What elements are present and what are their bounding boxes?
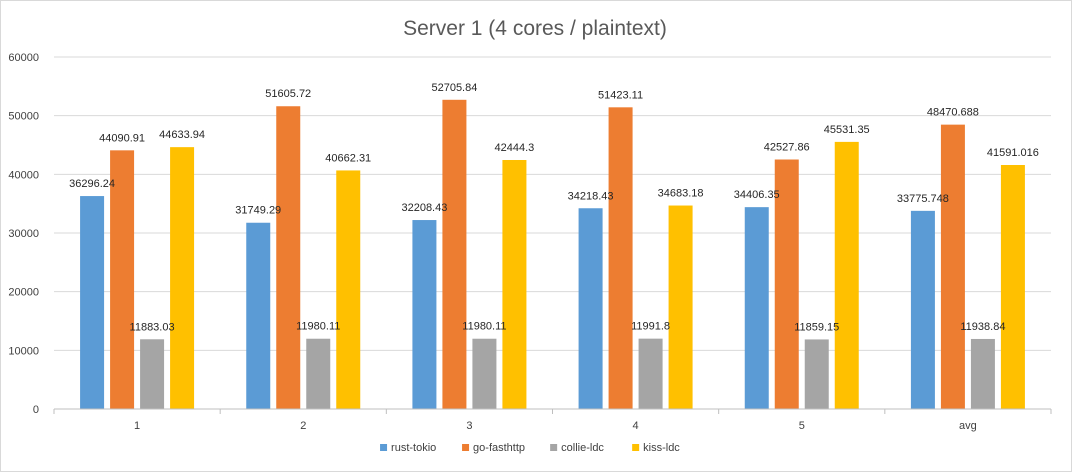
legend-item-rust-tokio: rust-tokio (380, 442, 436, 454)
bar-collie-ldc-4 (638, 338, 663, 409)
legend-label: kiss-ldc (643, 442, 680, 454)
data-label: 34218.43 (568, 190, 614, 202)
y-tick-label: 50000 (8, 111, 39, 123)
bars (80, 99, 1025, 410)
legend-item-collie-ldc: collie-ldc (550, 442, 604, 454)
bar-chart: Server 1 (4 cores / plaintext) 0 10000 200… (8, 17, 1052, 454)
x-tick-label: 4 (633, 420, 639, 432)
data-label: 34683.18 (658, 188, 704, 200)
bar-go-fasthttp-avg (940, 124, 965, 409)
data-labels: 36296.24 44090.91 11883.03 44633.94 31749.29… (69, 82, 1039, 334)
legend-swatch (632, 444, 640, 451)
data-label: 11991.8 (631, 321, 670, 333)
y-tick-label: 10000 (8, 345, 39, 357)
legend: rust-tokio go-fasthttp collie-ldc kiss-ldc (380, 442, 680, 454)
bar-rust-tokio-1 (80, 196, 105, 409)
bar-go-fasthttp-2 (276, 106, 301, 409)
x-tick-label: 2 (300, 420, 306, 432)
x-tick-label: avg (959, 420, 977, 432)
y-axis: 0 10000 20000 30000 40000 50000 60000 (8, 52, 39, 416)
bar-rust-tokio-avg (910, 210, 935, 409)
x-tick-label: 3 (466, 420, 472, 432)
bar-kiss-ldc-2 (336, 170, 361, 409)
legend-label: go-fasthttp (473, 442, 525, 454)
bar-kiss-ldc-avg (1000, 164, 1025, 409)
data-label: 42444.3 (495, 142, 535, 154)
data-label: 44090.91 (99, 132, 145, 144)
data-label: 11859.15 (794, 321, 839, 333)
data-label: 52705.84 (431, 82, 477, 94)
legend-swatch (550, 444, 558, 451)
bar-rust-tokio-2 (246, 222, 271, 409)
y-tick-label: 20000 (8, 287, 39, 299)
legend-label: collie-ldc (561, 442, 604, 454)
y-tick-label: 40000 (8, 169, 39, 181)
y-tick-label: 60000 (8, 52, 39, 64)
bar-collie-ldc-1 (140, 339, 165, 409)
legend-label: rust-tokio (391, 442, 436, 454)
legend-swatch (380, 444, 388, 451)
bar-collie-ldc-2 (306, 338, 331, 409)
data-label: 34406.35 (734, 189, 780, 201)
data-label: 51605.72 (265, 88, 311, 100)
data-label: 31749.29 (235, 205, 281, 217)
data-label: 11980.11 (296, 321, 340, 333)
y-tick-label: 0 (33, 404, 39, 416)
bar-rust-tokio-4 (578, 208, 603, 409)
x-tick-label: 5 (799, 420, 805, 432)
chart-title: Server 1 (4 cores / plaintext) (403, 17, 667, 40)
bar-rust-tokio-3 (412, 220, 437, 409)
bar-rust-tokio-5 (744, 207, 769, 409)
data-label: 42527.86 (764, 142, 810, 154)
bar-kiss-ldc-3 (502, 159, 527, 409)
chart-frame: Server 1 (4 cores / plaintext) 0 10000 200… (0, 0, 1072, 472)
data-label: 11883.03 (130, 321, 175, 333)
data-label: 44633.94 (159, 129, 205, 141)
bar-go-fasthttp-4 (608, 107, 633, 410)
bar-kiss-ldc-4 (668, 205, 693, 409)
legend-item-go-fasthttp: go-fasthttp (462, 442, 525, 454)
y-tick-label: 30000 (8, 228, 39, 240)
legend-swatch (462, 444, 470, 451)
data-label: 41591.016 (987, 147, 1039, 159)
data-label: 48470.688 (927, 107, 979, 119)
data-label: 33775.748 (897, 193, 949, 205)
legend-item-kiss-ldc: kiss-ldc (632, 442, 680, 454)
bar-kiss-ldc-5 (834, 141, 859, 409)
bar-collie-ldc-5 (804, 339, 829, 409)
data-label: 11938.84 (960, 321, 1005, 333)
data-label: 11980.11 (462, 321, 506, 333)
bar-collie-ldc-avg (970, 338, 995, 409)
data-label: 51423.11 (598, 89, 643, 101)
bar-go-fasthttp-3 (442, 99, 467, 409)
data-label: 36296.24 (69, 178, 115, 190)
bar-kiss-ldc-1 (170, 147, 195, 409)
x-axis: 1 2 3 4 5 avg (53, 408, 1052, 432)
data-label: 40662.31 (325, 152, 371, 164)
data-label: 45531.35 (824, 124, 870, 136)
data-label: 32208.43 (401, 202, 447, 214)
x-tick-label: 1 (134, 420, 140, 432)
bar-collie-ldc-3 (472, 338, 497, 409)
